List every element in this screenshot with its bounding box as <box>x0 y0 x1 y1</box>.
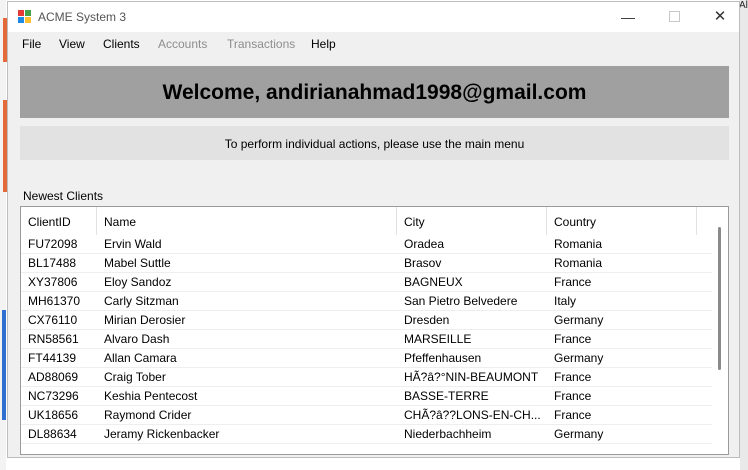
cell-country: Romania <box>554 237 603 251</box>
table-header: ClientID Name City Country <box>21 207 712 235</box>
table-row[interactable]: MH61370 Carly Sitzman San Pietro Belvedere… <box>21 292 712 311</box>
clients-table[interactable]: ClientID Name City Country FU72098 Ervin … <box>20 206 729 455</box>
minimize-button[interactable]: — <box>605 2 651 32</box>
title-bar[interactable]: ACME System 3 — ✕ <box>8 2 739 32</box>
menu-view[interactable]: View <box>59 37 85 51</box>
cell-clientid: MH61370 <box>28 294 81 308</box>
cell-name: Allan Camara <box>104 351 177 365</box>
cell-city: Brasov <box>404 256 442 270</box>
cell-name: Alvaro Dash <box>104 332 170 346</box>
column-header-name[interactable]: Name <box>97 207 397 235</box>
scroll-thumb[interactable] <box>718 227 721 370</box>
cell-city: BAGNEUX <box>404 275 463 289</box>
cell-country: France <box>554 370 592 384</box>
cell-clientid: DL88634 <box>28 427 77 441</box>
cell-city: MARSEILLE <box>404 332 472 346</box>
table-row[interactable]: XY37806 Eloy Sandoz BAGNEUX France <box>21 273 712 292</box>
desktop-window-edge <box>2 310 6 420</box>
info-banner: To perform individual actions, please us… <box>20 126 729 160</box>
window-title: ACME System 3 <box>38 10 127 24</box>
cell-city: San Pietro Belvedere <box>404 294 518 308</box>
table-row[interactable]: DL88634 Jeramy Rickenbacker Niederbachheim… <box>21 425 712 444</box>
cell-country: Germany <box>554 313 604 327</box>
close-icon: ✕ <box>713 8 727 25</box>
close-button[interactable]: ✕ <box>697 2 739 32</box>
welcome-banner: Welcome, andirianahmad1998@gmail.com <box>20 66 729 118</box>
table-row[interactable]: FU72098 Ervin Wald Oradea Romania <box>21 235 712 254</box>
cell-clientid: FU72098 <box>28 237 78 251</box>
menu-clients[interactable]: Clients <box>103 37 140 51</box>
table-row[interactable]: NC73296 Keshia Pentecost BASSE-TERRE France <box>21 387 712 406</box>
cell-city: BASSE-TERRE <box>404 389 489 403</box>
cell-name: Raymond Crider <box>104 408 192 422</box>
cell-clientid: AD88069 <box>28 370 79 384</box>
column-header-city[interactable]: City <box>397 207 547 235</box>
menu-file[interactable]: File <box>22 37 41 51</box>
menu-help[interactable]: Help <box>311 37 336 51</box>
cell-country: Germany <box>554 351 604 365</box>
table-row[interactable]: UK18656 Raymond Crider CHÃ?â??LONS-EN-CH..… <box>21 406 712 425</box>
cell-city: Pfeffenhausen <box>404 351 482 365</box>
cell-country: Italy <box>554 294 577 308</box>
cell-city: CHÃ?â??LONS-EN-CH... <box>404 408 541 422</box>
cell-name: Eloy Sandoz <box>104 275 172 289</box>
minimize-icon: — <box>621 9 635 25</box>
cell-clientid: FT44139 <box>28 351 77 365</box>
desktop-background-right <box>740 0 748 470</box>
cell-country: France <box>554 332 592 346</box>
cell-city: Oradea <box>404 237 445 251</box>
cell-country: Germany <box>554 427 604 441</box>
column-header-country[interactable]: Country <box>547 207 697 235</box>
maximize-icon <box>668 11 680 23</box>
cell-clientid: CX76110 <box>28 313 78 327</box>
table-row[interactable]: AD88069 Craig Tober HÃ?â?°NIN-BEAUMONT Fran… <box>21 368 712 387</box>
cell-country: France <box>554 408 592 422</box>
column-header-clientid[interactable]: ClientID <box>21 207 97 235</box>
main-window: ACME System 3 — ✕ File View Clients Acco… <box>7 1 740 458</box>
cell-name: Ervin Wald <box>104 237 162 251</box>
cell-city: Niederbachheim <box>404 427 492 441</box>
table-row[interactable]: BL17488 Mabel Suttle Brasov Romania <box>21 254 712 273</box>
cell-country: France <box>554 275 592 289</box>
cell-city: Dresden <box>404 313 450 327</box>
cell-name: Mabel Suttle <box>104 256 171 270</box>
menu-bar: File View Clients Accounts Transactions … <box>8 32 739 54</box>
table-body: FU72098 Ervin Wald Oradea Romania BL17488 Mab… <box>21 235 712 444</box>
vertical-scrollbar[interactable] <box>712 207 728 454</box>
cell-clientid: NC73296 <box>28 389 79 403</box>
cell-name: Craig Tober <box>104 370 166 384</box>
cell-country: Romania <box>554 256 603 270</box>
cell-name: Carly Sitzman <box>104 294 179 308</box>
desktop-text-fragment: Al <box>739 0 748 11</box>
cell-clientid: XY37806 <box>28 275 78 289</box>
table-row[interactable]: FT44139 Allan Camara Pfeffenhausen Germany <box>21 349 712 368</box>
cell-name: Keshia Pentecost <box>104 389 198 403</box>
cell-clientid: UK18656 <box>28 408 79 422</box>
table-row[interactable]: CX76110 Mirian Derosier Dresden Germany <box>21 311 712 330</box>
maximize-button[interactable] <box>651 2 697 32</box>
menu-accounts[interactable]: Accounts <box>158 37 207 51</box>
cell-clientid: RN58561 <box>28 332 79 346</box>
newest-clients-label: Newest Clients <box>23 189 104 203</box>
cell-name: Jeramy Rickenbacker <box>104 427 220 441</box>
app-icon <box>18 10 32 24</box>
cell-country: France <box>554 389 592 403</box>
cell-city: HÃ?â?°NIN-BEAUMONT <box>404 370 539 384</box>
cell-clientid: BL17488 <box>28 256 77 270</box>
table-row[interactable]: RN58561 Alvaro Dash MARSEILLE France <box>21 330 712 349</box>
menu-transactions[interactable]: Transactions <box>227 37 295 51</box>
cell-name: Mirian Derosier <box>104 313 186 327</box>
